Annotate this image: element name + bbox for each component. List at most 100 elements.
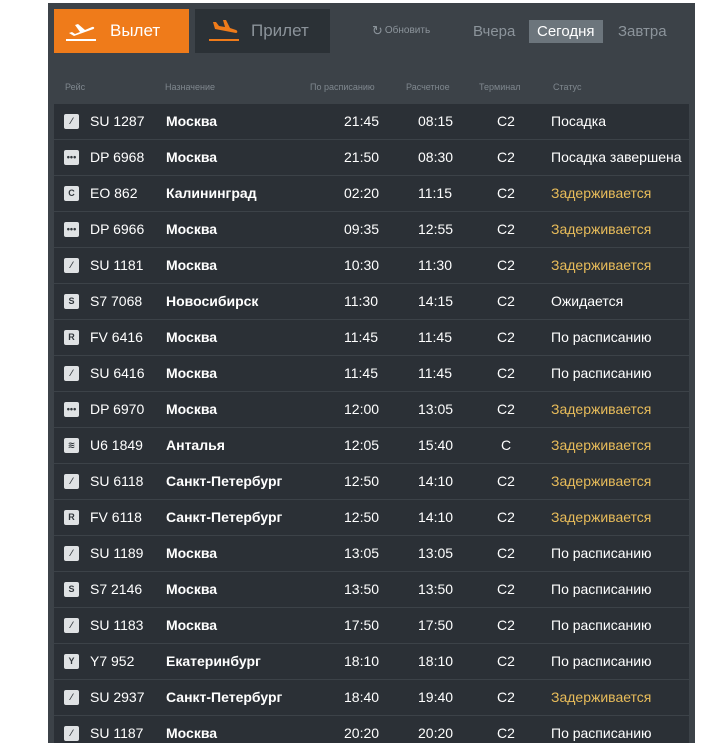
flight-row[interactable]: ⁄ SU 1181 Москва 10:30 11:30 C2 Задерживается — [54, 248, 689, 283]
flight-board: Вылет Прилет ↻ Обновить Вчера Сегодня За… — [48, 3, 695, 743]
flight-status: Ожидается — [551, 293, 624, 309]
flight-row[interactable]: ••• DP 6970 Москва 12:00 13:05 C2 Задерживаетс… — [54, 392, 689, 427]
flight-terminal: C2 — [497, 185, 515, 201]
flight-number: DP 6966 — [90, 221, 145, 237]
flight-terminal: C2 — [497, 113, 515, 129]
flight-row[interactable]: ⁄ SU 1183 Москва 17:50 17:50 C2 По расписанию — [54, 608, 689, 643]
flight-number: SU 6416 — [90, 365, 145, 381]
tab-arrival[interactable]: Прилет — [195, 9, 330, 53]
flight-status: По расписанию — [551, 653, 652, 669]
flight-row[interactable]: S S7 7068 Новосибирск 11:30 14:15 C2 Ожидается — [54, 284, 689, 319]
flight-terminal: C2 — [497, 653, 515, 669]
pobeda-logo-icon: ••• — [64, 402, 79, 417]
aeroflot-logo-icon: ⁄ — [64, 114, 79, 129]
departure-plane-icon — [66, 24, 96, 41]
tab-departure[interactable]: Вылет — [54, 9, 189, 53]
flight-row[interactable]: ⁄ SU 1287 Москва 21:45 08:15 C2 Посадка — [54, 104, 689, 139]
flight-destination: Москва — [166, 545, 218, 561]
flight-number: EO 862 — [90, 185, 138, 201]
flight-estimated-time: 11:45 — [418, 329, 452, 345]
flight-status: Задерживается — [551, 437, 652, 453]
col-terminal: Терминал — [479, 82, 521, 92]
flight-scheduled-time: 20:20 — [344, 725, 380, 741]
flight-number: FV 6416 — [90, 329, 143, 345]
flight-terminal: C2 — [497, 401, 515, 417]
flight-estimated-time: 08:30 — [418, 149, 454, 165]
s7-logo-icon: S — [64, 582, 79, 597]
aeroflot-logo-icon: ⁄ — [64, 474, 79, 489]
aeroflot-logo-icon: ⁄ — [64, 618, 79, 633]
aeroflot-logo-icon: ⁄ — [64, 258, 79, 273]
flight-number: SU 1287 — [90, 113, 145, 129]
aeroflot-logo-icon: ⁄ — [64, 690, 79, 705]
flight-estimated-time: 13:05 — [418, 401, 454, 417]
col-status: Статус — [553, 82, 582, 92]
flight-row[interactable]: ⁄ SU 1189 Москва 13:05 13:05 C2 По расписанию — [54, 536, 689, 571]
flight-status: Задерживается — [551, 509, 652, 525]
flight-number: DP 6970 — [90, 401, 145, 417]
flight-terminal: C2 — [497, 365, 515, 381]
flight-status: Посадка завершена — [551, 149, 682, 165]
flight-row[interactable]: ⁄ SU 1187 Москва 20:20 20:20 C2 По расписанию — [54, 716, 689, 743]
s7-logo-icon: S — [64, 294, 79, 309]
flight-row[interactable]: C EO 862 Калининград 02:20 11:15 C2 Задерживае… — [54, 176, 689, 211]
col-destination: Назначение — [165, 82, 216, 92]
flight-destination: Санкт-Петербург — [166, 509, 283, 525]
flight-number: SU 1187 — [90, 725, 144, 741]
tab-departure-label: Вылет — [110, 21, 161, 40]
flight-status: Задерживается — [551, 473, 652, 489]
flight-scheduled-time: 21:45 — [344, 113, 380, 129]
aeroflot-logo-icon: ⁄ — [64, 366, 79, 381]
flight-scheduled-time: 18:40 — [344, 689, 380, 705]
flight-scheduled-time: 12:05 — [344, 437, 380, 453]
flight-number: SU 1189 — [90, 545, 144, 561]
refresh-label: Обновить — [384, 25, 431, 36]
flight-destination: Москва — [166, 725, 218, 741]
flight-destination: Новосибирск — [166, 293, 259, 309]
flight-scheduled-time: 12:50 — [344, 509, 380, 525]
col-scheduled: По расписанию — [310, 82, 375, 92]
flight-row[interactable]: R FV 6118 Санкт-Петербург 12:50 14:10 C2 Задер… — [54, 500, 689, 535]
flight-estimated-time: 13:50 — [418, 581, 454, 597]
flight-destination: Москва — [166, 365, 218, 381]
flight-scheduled-time: 11:45 — [344, 329, 378, 345]
flight-row[interactable]: Y Y7 952 Екатеринбург 18:10 18:10 C2 По распис… — [54, 644, 689, 679]
refresh-button[interactable]: ↻ Обновить — [372, 24, 431, 37]
flight-status: Задерживается — [551, 257, 652, 273]
flight-estimated-time: 15:40 — [418, 437, 454, 453]
flight-row[interactable]: ⁄ SU 6416 Москва 11:45 11:45 C2 По расписанию — [54, 356, 689, 391]
flight-terminal: C2 — [497, 293, 515, 309]
flight-destination: Москва — [166, 581, 218, 597]
flight-row[interactable]: ⁄ SU 6118 Санкт-Петербург 12:50 14:10 C2 Задер… — [54, 464, 689, 499]
flight-number: SU 6118 — [90, 473, 144, 489]
flight-destination: Москва — [166, 113, 218, 129]
flight-scheduled-time: 13:50 — [344, 581, 380, 597]
flight-status: По расписанию — [551, 329, 652, 345]
col-estimated: Расчетное — [406, 82, 450, 92]
flight-destination: Анталья — [166, 437, 225, 453]
flight-status: По расписанию — [551, 725, 652, 741]
day-tomorrow[interactable]: Завтра — [610, 20, 675, 43]
flight-scheduled-time: 09:35 — [344, 221, 380, 237]
flight-row[interactable]: ••• DP 6966 Москва 09:35 12:55 C2 Задерживаетс… — [54, 212, 689, 247]
flight-scheduled-time: 02:20 — [344, 185, 380, 201]
flight-estimated-time: 08:15 — [418, 113, 454, 129]
flight-row[interactable]: ••• DP 6968 Москва 21:50 08:30 C2 Посадка заве… — [54, 140, 689, 175]
flight-terminal: C2 — [497, 329, 515, 345]
flight-estimated-time: 11:15 — [418, 185, 452, 201]
flight-row[interactable]: R FV 6416 Москва 11:45 11:45 C2 По расписанию — [54, 320, 689, 355]
flight-number: Y7 952 — [90, 653, 135, 669]
flight-destination: Калининград — [166, 185, 257, 201]
tab-arrival-label: Прилет — [251, 21, 309, 40]
flight-row[interactable]: S S7 2146 Москва 13:50 13:50 C2 По расписанию — [54, 572, 689, 607]
day-yesterday[interactable]: Вчера — [465, 20, 523, 43]
day-today[interactable]: Сегодня — [529, 20, 603, 43]
flight-status: По расписанию — [551, 545, 652, 561]
flight-row[interactable]: ⁄ SU 2937 Санкт-Петербург 18:40 19:40 C2 Задер… — [54, 680, 689, 715]
flight-status: Задерживается — [551, 185, 652, 201]
flight-destination: Москва — [166, 221, 218, 237]
flight-terminal: C — [500, 437, 512, 453]
pegas-logo-icon: C — [64, 186, 79, 201]
flight-estimated-time: 20:20 — [418, 725, 454, 741]
flight-row[interactable]: ≋ U6 1849 Анталья 12:05 15:40 C Задерживается — [54, 428, 689, 463]
